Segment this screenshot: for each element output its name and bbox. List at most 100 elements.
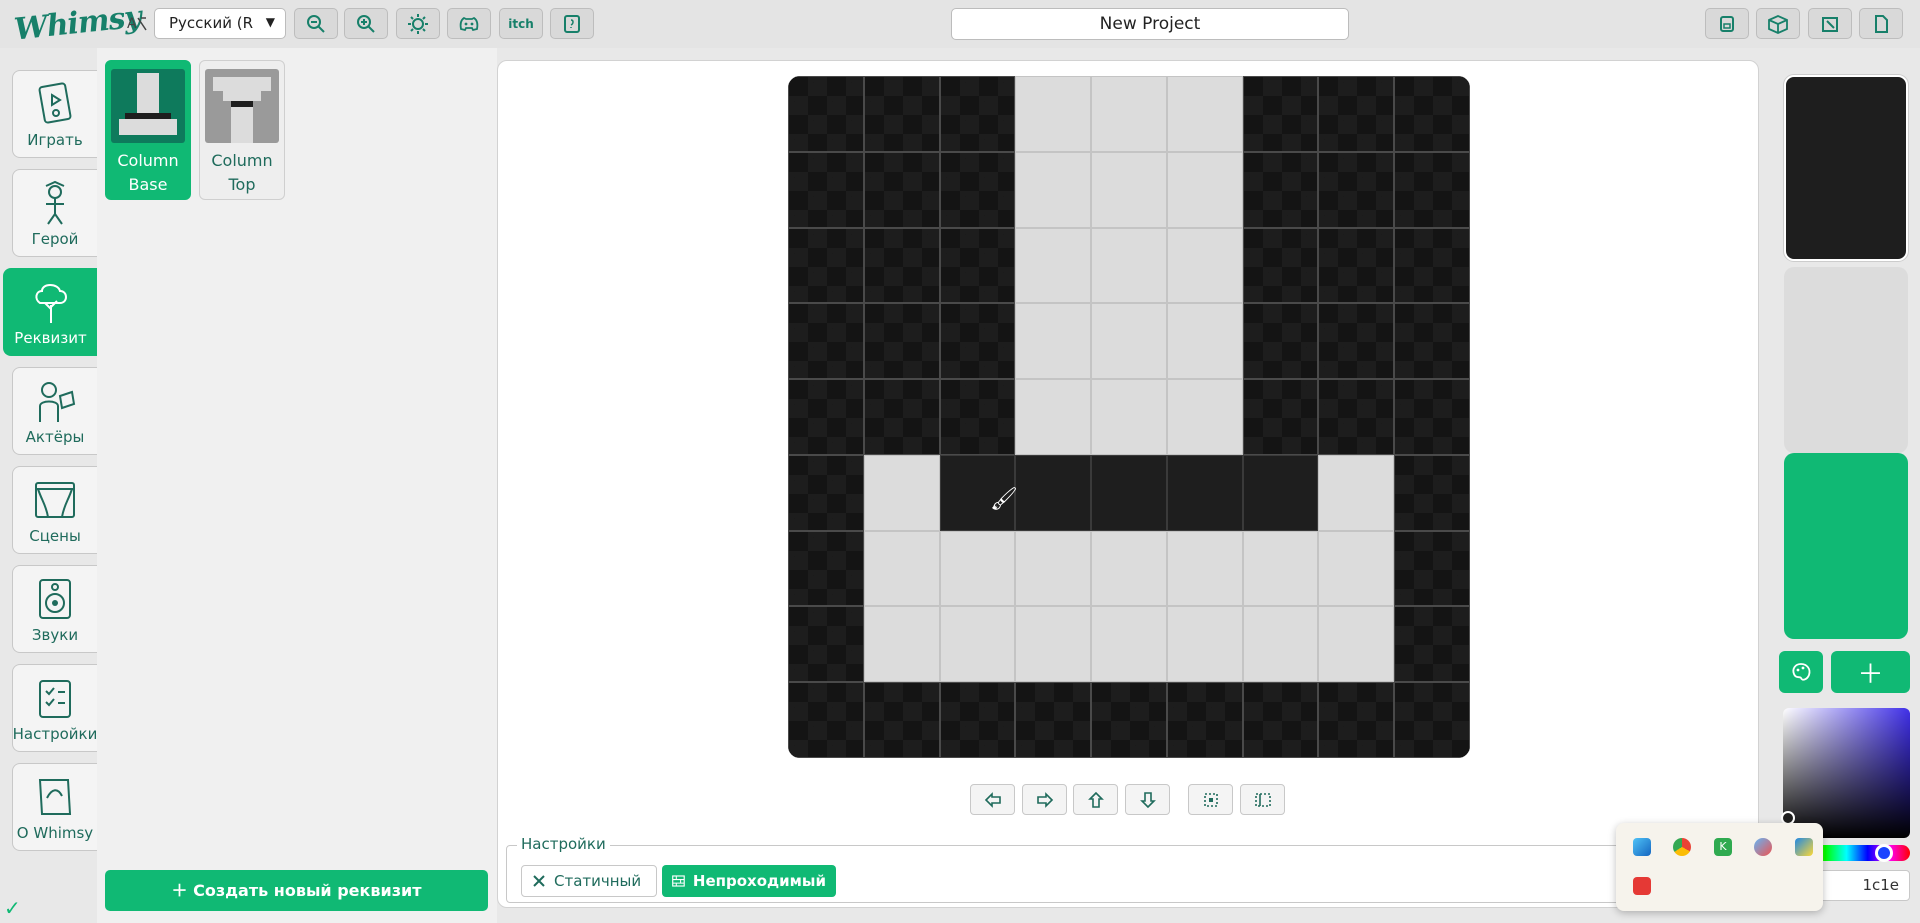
pixel-cell[interactable] [863, 454, 940, 531]
hue-slider-knob[interactable] [1875, 844, 1893, 862]
pixel-cell[interactable] [1318, 379, 1395, 455]
nav-item-props[interactable]: Реквизит [3, 268, 97, 356]
pixel-cell[interactable] [1166, 606, 1243, 683]
pixel-cell[interactable] [1394, 530, 1470, 607]
pixel-cell[interactable] [1242, 303, 1319, 380]
pixel-cell[interactable] [1015, 303, 1092, 380]
pixel-cell[interactable] [863, 76, 940, 152]
nav-item-play[interactable]: Играть [12, 70, 97, 158]
pixel-cell[interactable] [1091, 530, 1167, 607]
language-select[interactable]: Русский (R ▼ [154, 8, 286, 39]
color-picker-area[interactable] [1781, 708, 1910, 838]
pixel-cell[interactable] [863, 606, 940, 683]
pixel-cell[interactable] [1394, 682, 1470, 758]
add-color-button[interactable]: ＋ [1831, 651, 1910, 693]
shift-left-button[interactable] [970, 784, 1015, 815]
pixel-cell[interactable] [1242, 606, 1319, 683]
pixel-cell[interactable] [1242, 151, 1319, 228]
nav-item-actors[interactable]: Актёры [12, 367, 97, 455]
pixel-cell[interactable] [1091, 227, 1167, 304]
pixel-cell[interactable] [1242, 227, 1319, 304]
pixel-cell[interactable] [1091, 454, 1167, 531]
pixel-cell[interactable] [863, 530, 940, 607]
pixel-cell[interactable] [1318, 530, 1395, 607]
pixel-cell[interactable] [1242, 530, 1319, 607]
palette-library-button[interactable] [1779, 651, 1823, 693]
zoom-in-button[interactable] [344, 8, 388, 39]
shift-down-button[interactable] [1125, 784, 1170, 815]
shift-right-button[interactable] [1022, 784, 1067, 815]
pixel-cell[interactable] [1091, 682, 1167, 758]
nav-item-settings[interactable]: Настройки [12, 664, 97, 752]
pixel-cell[interactable] [788, 682, 864, 758]
pixel-cell[interactable] [1166, 76, 1243, 152]
pixel-cell[interactable] [1242, 454, 1319, 531]
pixel-cell[interactable] [788, 530, 864, 607]
pixel-cell[interactable] [1318, 151, 1395, 228]
pixel-cell[interactable] [788, 454, 864, 531]
pixel-cell[interactable] [1242, 682, 1319, 758]
zoom-out-button[interactable] [294, 8, 338, 39]
pixel-cell[interactable] [939, 379, 1016, 455]
pixel-cell[interactable] [1015, 454, 1092, 531]
pixel-cell[interactable] [1015, 379, 1092, 455]
pixel-cell[interactable] [788, 303, 864, 380]
pixel-cell[interactable] [1091, 379, 1167, 455]
pixel-cell[interactable] [1166, 151, 1243, 228]
pixel-cell[interactable] [1394, 76, 1470, 152]
static-toggle[interactable]: Статичный [521, 865, 657, 897]
pixel-cell[interactable] [939, 303, 1016, 380]
nav-item-scenes[interactable]: Сцены [12, 466, 97, 554]
pixel-cell[interactable] [1091, 303, 1167, 380]
flip-button[interactable] [1240, 784, 1285, 815]
prop-tile-column-top[interactable]: Column Top [199, 60, 285, 200]
pixel-cell[interactable] [1166, 530, 1243, 607]
pixel-cell[interactable] [1015, 151, 1092, 228]
pixel-cell[interactable] [1242, 76, 1319, 152]
pixel-cell[interactable] [939, 76, 1016, 152]
solid-toggle[interactable]: Непроходимый [662, 865, 836, 897]
pixel-cell[interactable] [939, 682, 1016, 758]
pixel-cell[interactable] [939, 227, 1016, 304]
pixel-cell[interactable] [1091, 151, 1167, 228]
pixel-cell[interactable] [863, 151, 940, 228]
pixel-cell[interactable] [1166, 454, 1243, 531]
nav-item-hero[interactable]: Герой [12, 169, 97, 257]
export-button[interactable] [1756, 8, 1800, 39]
itch-button[interactable]: itch [499, 8, 543, 39]
pixel-cell[interactable] [863, 682, 940, 758]
pixel-cell[interactable] [1166, 227, 1243, 304]
pixel-cell[interactable] [939, 151, 1016, 228]
project-name-input[interactable]: New Project [951, 8, 1349, 40]
pixel-cell[interactable] [1318, 682, 1395, 758]
pixel-cell[interactable] [1166, 682, 1243, 758]
pixel-cell[interactable] [863, 303, 940, 380]
pixel-cell[interactable] [1015, 606, 1092, 683]
pixel-cell[interactable] [788, 76, 864, 152]
pixel-cell[interactable] [1015, 682, 1092, 758]
pixel-cell[interactable] [1091, 606, 1167, 683]
pixel-cell[interactable] [1091, 76, 1167, 152]
nav-item-about[interactable]: О Whimsy [12, 763, 97, 851]
telegram-icon[interactable] [1754, 838, 1772, 856]
pixel-cell[interactable] [1242, 379, 1319, 455]
pixel-cell[interactable] [1015, 76, 1092, 152]
create-prop-button[interactable]: ＋ Создать новый реквизит [105, 870, 488, 911]
pixel-cell[interactable] [1166, 303, 1243, 380]
pixel-cell[interactable] [1015, 227, 1092, 304]
save-button[interactable] [1705, 8, 1749, 39]
pixel-cell[interactable] [788, 379, 864, 455]
nav-item-sounds[interactable]: Звуки [12, 565, 97, 653]
pixel-cell[interactable] [788, 151, 864, 228]
open-project-button[interactable] [1808, 8, 1852, 39]
kaspersky-icon[interactable]: K [1714, 838, 1732, 856]
discord-button[interactable] [447, 8, 491, 39]
prop-tile-column-base[interactable]: Column Base [105, 60, 191, 200]
tray-app-icon[interactable] [1633, 838, 1651, 856]
pixel-grid[interactable] [788, 76, 1470, 758]
pixel-cell[interactable] [1394, 303, 1470, 380]
shift-up-button[interactable] [1073, 784, 1118, 815]
pixel-cell[interactable] [1318, 227, 1395, 304]
pixel-cell[interactable] [1394, 151, 1470, 228]
pixel-cell[interactable] [1394, 227, 1470, 304]
